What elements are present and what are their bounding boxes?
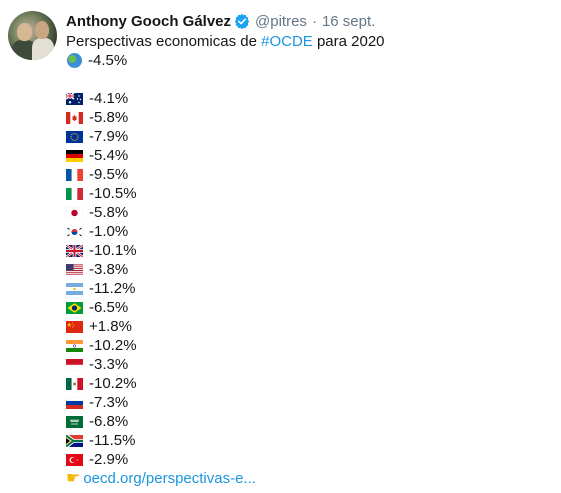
country-value: -5.8% xyxy=(89,204,129,221)
country-value: -5.4% xyxy=(89,147,129,164)
tweet: Anthony Gooch Gálvez @pitres · 16 sept. … xyxy=(0,0,561,493)
tweet-text: Perspectivas economicas de #OCDE para 20… xyxy=(66,32,385,51)
country-row: -10.2% xyxy=(66,336,137,355)
avatar[interactable] xyxy=(8,11,57,60)
india-flag-icon xyxy=(66,339,83,352)
tweet-text-end: para 2020 xyxy=(312,33,385,50)
country-value: -1.0% xyxy=(89,223,129,240)
uk-flag-icon xyxy=(66,244,83,257)
country-value: -3.3% xyxy=(89,356,129,373)
france-flag-icon xyxy=(66,168,83,181)
country-row: -3.8% xyxy=(66,260,128,279)
australia-flag-icon xyxy=(66,92,83,105)
tweet-header: Anthony Gooch Gálvez @pitres · 16 sept. xyxy=(66,11,375,31)
country-row: -3.3% xyxy=(66,355,128,374)
country-row: -2.9% xyxy=(66,450,128,469)
country-value: -10.2% xyxy=(89,337,137,354)
south-africa-flag-icon xyxy=(66,434,83,447)
country-value: -9.5% xyxy=(89,166,129,183)
country-row: -9.5% xyxy=(66,165,128,184)
source-link-row: ☛ oecd.org/perspectivas-e... xyxy=(66,469,256,488)
country-value: -10.1% xyxy=(89,242,137,259)
tweet-date[interactable]: 16 sept. xyxy=(322,13,375,30)
country-value: -5.8% xyxy=(89,109,129,126)
country-value: -10.5% xyxy=(89,185,137,202)
country-row: -11.2% xyxy=(66,279,135,298)
country-value: -7.9% xyxy=(89,128,129,145)
brazil-flag-icon xyxy=(66,301,83,314)
country-value: -3.8% xyxy=(89,261,129,278)
country-row: -5.4% xyxy=(66,146,128,165)
country-value: -4.1% xyxy=(89,90,129,107)
country-row: -5.8% xyxy=(66,108,128,127)
country-value: -2.9% xyxy=(89,451,129,468)
turkey-flag-icon xyxy=(66,453,83,466)
world-row: -4.5% xyxy=(66,51,127,70)
country-row: -7.3% xyxy=(66,393,128,412)
eu-flag-icon xyxy=(66,130,83,143)
country-value: -6.8% xyxy=(89,413,129,430)
country-value: -6.5% xyxy=(89,299,129,316)
japan-flag-icon xyxy=(66,206,83,219)
country-row: -5.8% xyxy=(66,203,128,222)
country-row: -6.5% xyxy=(66,298,128,317)
usa-flag-icon xyxy=(66,263,83,276)
country-value: -11.5% xyxy=(89,432,136,449)
country-row: -1.0% xyxy=(66,222,128,241)
pointing-hand-icon: ☛ xyxy=(66,470,81,487)
saudi-arabia-flag-icon xyxy=(66,415,83,428)
country-value: -11.2% xyxy=(89,280,136,297)
country-row: +1.8% xyxy=(66,317,132,336)
world-value: -4.5% xyxy=(88,52,128,69)
russia-flag-icon xyxy=(66,396,83,409)
author-name[interactable]: Anthony Gooch Gálvez xyxy=(66,13,231,30)
germany-flag-icon xyxy=(66,149,83,162)
country-row: -6.8% xyxy=(66,412,128,431)
globe-icon xyxy=(67,53,82,68)
hashtag-link[interactable]: #OCDE xyxy=(261,32,313,51)
source-link[interactable]: oecd.org/perspectivas-e... xyxy=(83,469,256,488)
country-row: -10.2% xyxy=(66,374,137,393)
tweet-text-start: Perspectivas economicas de xyxy=(66,33,262,50)
argentina-flag-icon xyxy=(66,282,83,295)
country-value: +1.8% xyxy=(89,318,132,335)
country-row: -7.9% xyxy=(66,127,128,146)
italy-flag-icon xyxy=(66,187,83,200)
country-value: -10.2% xyxy=(89,375,137,392)
country-value: -7.3% xyxy=(89,394,129,411)
canada-flag-icon xyxy=(66,111,83,124)
south-korea-flag-icon xyxy=(66,225,83,238)
separator-dot: · xyxy=(311,12,317,30)
country-row: -11.5% xyxy=(66,431,135,450)
country-row: -10.1% xyxy=(66,241,137,260)
verified-badge-icon xyxy=(234,13,250,29)
indonesia-flag-icon xyxy=(66,358,83,371)
country-row: -4.1% xyxy=(66,89,128,108)
mexico-flag-icon xyxy=(66,377,83,390)
country-row: -10.5% xyxy=(66,184,137,203)
china-flag-icon xyxy=(66,320,83,333)
author-handle[interactable]: @pitres xyxy=(255,13,307,30)
